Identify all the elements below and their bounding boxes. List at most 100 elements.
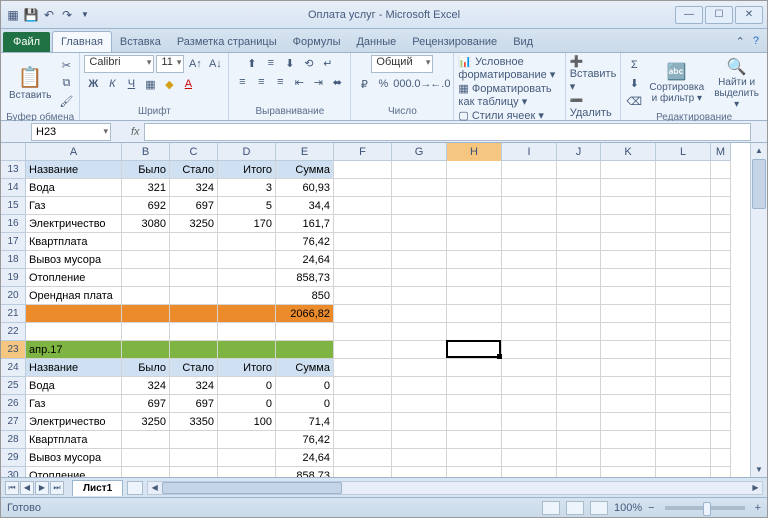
cell[interactable] — [392, 215, 447, 233]
cell[interactable] — [557, 359, 601, 377]
cell[interactable] — [447, 323, 502, 341]
cell[interactable]: 324 — [170, 377, 218, 395]
row-header[interactable]: 20 — [1, 287, 26, 305]
cell[interactable] — [122, 305, 170, 323]
cell[interactable]: Название — [26, 359, 122, 377]
zoom-label[interactable]: 100% — [614, 502, 642, 514]
cell[interactable]: Сумма — [276, 161, 334, 179]
cell[interactable] — [170, 269, 218, 287]
normal-view-button[interactable] — [542, 501, 560, 515]
row-header[interactable]: 26 — [1, 395, 26, 413]
align-bottom-button[interactable]: ⬇ — [281, 55, 299, 71]
redo-icon[interactable]: ↷ — [59, 7, 75, 23]
cell[interactable] — [711, 179, 731, 197]
cell[interactable] — [334, 179, 392, 197]
sheet-prev-button[interactable]: ◀ — [20, 481, 34, 495]
cell[interactable] — [557, 341, 601, 359]
cell[interactable]: 60,93 — [276, 179, 334, 197]
cell[interactable] — [557, 377, 601, 395]
cell[interactable] — [711, 251, 731, 269]
cell[interactable] — [557, 413, 601, 431]
cell[interactable] — [557, 323, 601, 341]
cell[interactable] — [502, 377, 557, 395]
cell[interactable] — [601, 269, 656, 287]
scroll-down-icon[interactable]: ▼ — [751, 462, 767, 477]
cell[interactable]: 0 — [218, 395, 276, 413]
cell[interactable] — [557, 467, 601, 477]
cell[interactable]: Стало — [170, 161, 218, 179]
cell[interactable] — [218, 341, 276, 359]
cell[interactable] — [392, 467, 447, 477]
cell[interactable] — [601, 431, 656, 449]
column-header-F[interactable]: F — [334, 143, 392, 161]
cell[interactable] — [334, 323, 392, 341]
cell[interactable]: апр.17 — [26, 341, 122, 359]
cell[interactable] — [502, 467, 557, 477]
cell[interactable] — [334, 305, 392, 323]
cell[interactable]: 2066,82 — [276, 305, 334, 323]
zoom-in-button[interactable]: + — [755, 502, 761, 514]
cell[interactable] — [392, 269, 447, 287]
name-box[interactable]: H23 — [31, 123, 111, 141]
number-format-select[interactable]: Общий — [371, 55, 433, 73]
cell[interactable] — [656, 179, 711, 197]
wrap-text-button[interactable]: ↵ — [319, 55, 337, 71]
column-header-D[interactable]: D — [218, 143, 276, 161]
cell[interactable] — [557, 179, 601, 197]
cell[interactable] — [502, 341, 557, 359]
cell[interactable] — [557, 305, 601, 323]
cell[interactable] — [392, 251, 447, 269]
cell[interactable] — [711, 377, 731, 395]
cell[interactable]: Квартплата — [26, 431, 122, 449]
insert-cells-button[interactable]: ➕ Вставить ▾ — [570, 55, 617, 93]
cell[interactable] — [601, 341, 656, 359]
cell[interactable] — [711, 413, 731, 431]
align-left-button[interactable]: ≡ — [233, 74, 251, 90]
cell[interactable] — [601, 305, 656, 323]
file-tab[interactable]: Файл — [3, 32, 50, 52]
cell[interactable] — [447, 161, 502, 179]
cell[interactable] — [711, 305, 731, 323]
cell[interactable] — [122, 341, 170, 359]
row-header[interactable]: 29 — [1, 449, 26, 467]
cell[interactable] — [502, 305, 557, 323]
cell[interactable] — [334, 269, 392, 287]
cell[interactable] — [711, 359, 731, 377]
row-header[interactable]: 15 — [1, 197, 26, 215]
cell[interactable] — [122, 269, 170, 287]
new-sheet-button[interactable] — [127, 481, 143, 495]
cell[interactable] — [601, 287, 656, 305]
horizontal-scrollbar[interactable]: ◀ ▶ — [147, 481, 763, 495]
cell[interactable] — [122, 467, 170, 477]
find-select-button[interactable]: 🔍 Найти ивыделить ▾ — [710, 55, 763, 111]
row-header[interactable]: 16 — [1, 215, 26, 233]
vertical-scrollbar[interactable]: ▲ ▼ — [750, 143, 767, 477]
row-header[interactable]: 28 — [1, 431, 26, 449]
cell[interactable] — [447, 341, 502, 359]
cell[interactable] — [447, 269, 502, 287]
cell[interactable]: 692 — [122, 197, 170, 215]
orientation-button[interactable]: ⟲ — [300, 55, 318, 71]
row-header[interactable]: 22 — [1, 323, 26, 341]
cell[interactable] — [502, 431, 557, 449]
cell[interactable]: 850 — [276, 287, 334, 305]
percent-button[interactable]: % — [374, 76, 392, 92]
cell[interactable]: Газ — [26, 395, 122, 413]
cell[interactable] — [557, 161, 601, 179]
minimize-button[interactable]: — — [675, 6, 703, 24]
cell[interactable] — [334, 377, 392, 395]
column-header-E[interactable]: E — [276, 143, 334, 161]
cell[interactable] — [392, 395, 447, 413]
cell[interactable] — [170, 467, 218, 477]
cell[interactable] — [601, 467, 656, 477]
maximize-button[interactable]: ☐ — [705, 6, 733, 24]
column-header-M[interactable]: M — [711, 143, 731, 161]
cell[interactable] — [557, 287, 601, 305]
cell[interactable]: 697 — [170, 395, 218, 413]
cell[interactable] — [502, 215, 557, 233]
decrease-decimal-button[interactable]: ←.0 — [431, 76, 449, 92]
cell[interactable] — [334, 197, 392, 215]
cell[interactable] — [656, 449, 711, 467]
underline-button[interactable]: Ч — [122, 76, 140, 92]
cell[interactable] — [392, 449, 447, 467]
